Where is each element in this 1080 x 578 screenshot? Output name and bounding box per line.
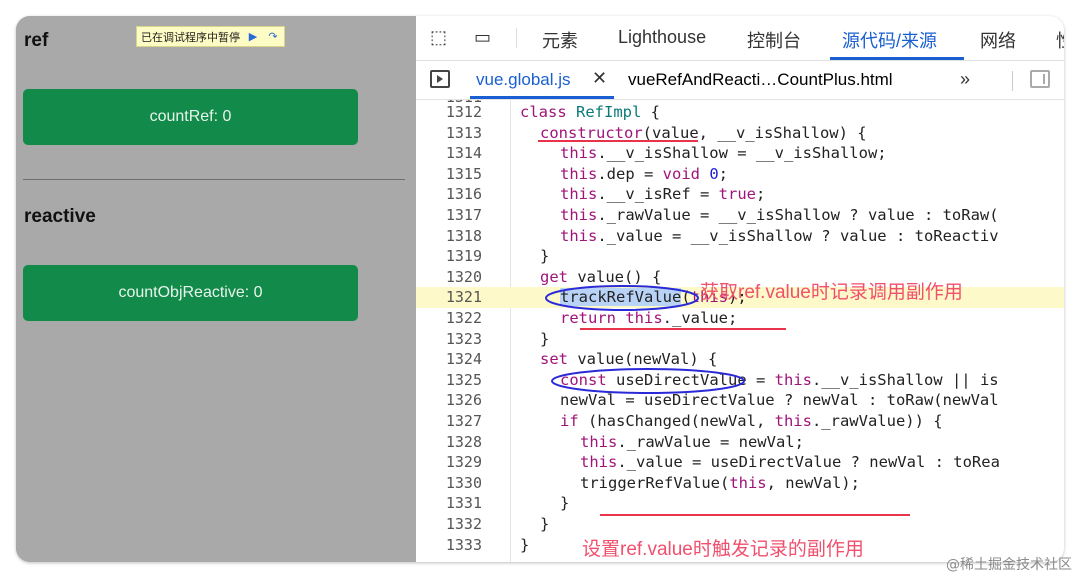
tab-lighthouse[interactable]: Lighthouse xyxy=(618,27,706,48)
tab-network[interactable]: 网络 xyxy=(980,27,1016,53)
tab-sources[interactable]: 源代码/来源 xyxy=(842,27,937,53)
file-tabs-separator xyxy=(1012,71,1013,91)
resume-icon[interactable]: ▶︎ xyxy=(246,30,260,43)
screenshot-frame: 已在调试程序中暂停 ▶︎ ↷ ref countRef: 0 reactive … xyxy=(16,16,1064,562)
watermark: @稀土掘金技术社区 xyxy=(946,557,1072,573)
toggle-navigator-icon[interactable] xyxy=(430,70,450,88)
divider xyxy=(23,179,405,180)
tab-elements[interactable]: 元素 xyxy=(542,27,578,53)
active-tab-indicator xyxy=(830,57,964,60)
annotation-set-note: 设置ref.value时触发记录的副作用 xyxy=(582,539,864,560)
circle-get-value xyxy=(545,285,699,311)
reactive-section-title: reactive xyxy=(24,206,96,227)
annotation-get-note: 获取ref.value时记录调用副作用 xyxy=(700,282,963,303)
step-over-icon[interactable]: ↷ xyxy=(266,30,280,43)
toggle-debugger-icon[interactable] xyxy=(1030,70,1050,88)
count-ref-button[interactable]: countRef: 0 xyxy=(23,89,358,145)
file-tabs: vue.global.js ✕ vueRefAndReacti…CountPlu… xyxy=(416,61,1064,100)
file-tab-html[interactable]: vueRefAndReacti…CountPlus.html xyxy=(628,70,893,90)
ref-section-title: ref xyxy=(24,30,49,51)
paused-in-debugger-badge: 已在调试程序中暂停 ▶︎ ↷ xyxy=(136,26,285,47)
code-editor[interactable]: 13111312class RefImpl {1313constructor(v… xyxy=(416,100,1064,562)
active-file-indicator xyxy=(470,96,614,99)
device-toolbar-icon[interactable]: ▭ xyxy=(474,27,491,48)
circle-set-value xyxy=(551,368,745,394)
file-tab-vue-global[interactable]: vue.global.js xyxy=(476,70,571,90)
page-preview: 已在调试程序中暂停 ▶︎ ↷ ref countRef: 0 reactive … xyxy=(16,16,416,562)
inspect-element-icon[interactable]: ⬚ xyxy=(430,27,447,48)
devtools-main-tabs: ⬚ ▭ 元素 Lighthouse 控制台 源代码/来源 网络 性 xyxy=(416,16,1064,61)
annotation-overlay xyxy=(538,140,910,516)
tab-console[interactable]: 控制台 xyxy=(747,27,801,53)
close-tab-icon[interactable]: ✕ xyxy=(592,68,607,89)
tab-performance[interactable]: 性 xyxy=(1056,27,1064,53)
paused-label: 已在调试程序中暂停 xyxy=(141,30,240,44)
devtools-panel: ⬚ ▭ 元素 Lighthouse 控制台 源代码/来源 网络 性 vue.gl… xyxy=(416,16,1064,562)
count-obj-reactive-button[interactable]: countObjReactive: 0 xyxy=(23,265,358,321)
toolbar-separator xyxy=(516,28,517,48)
more-tabs-icon[interactable]: » xyxy=(960,69,970,90)
